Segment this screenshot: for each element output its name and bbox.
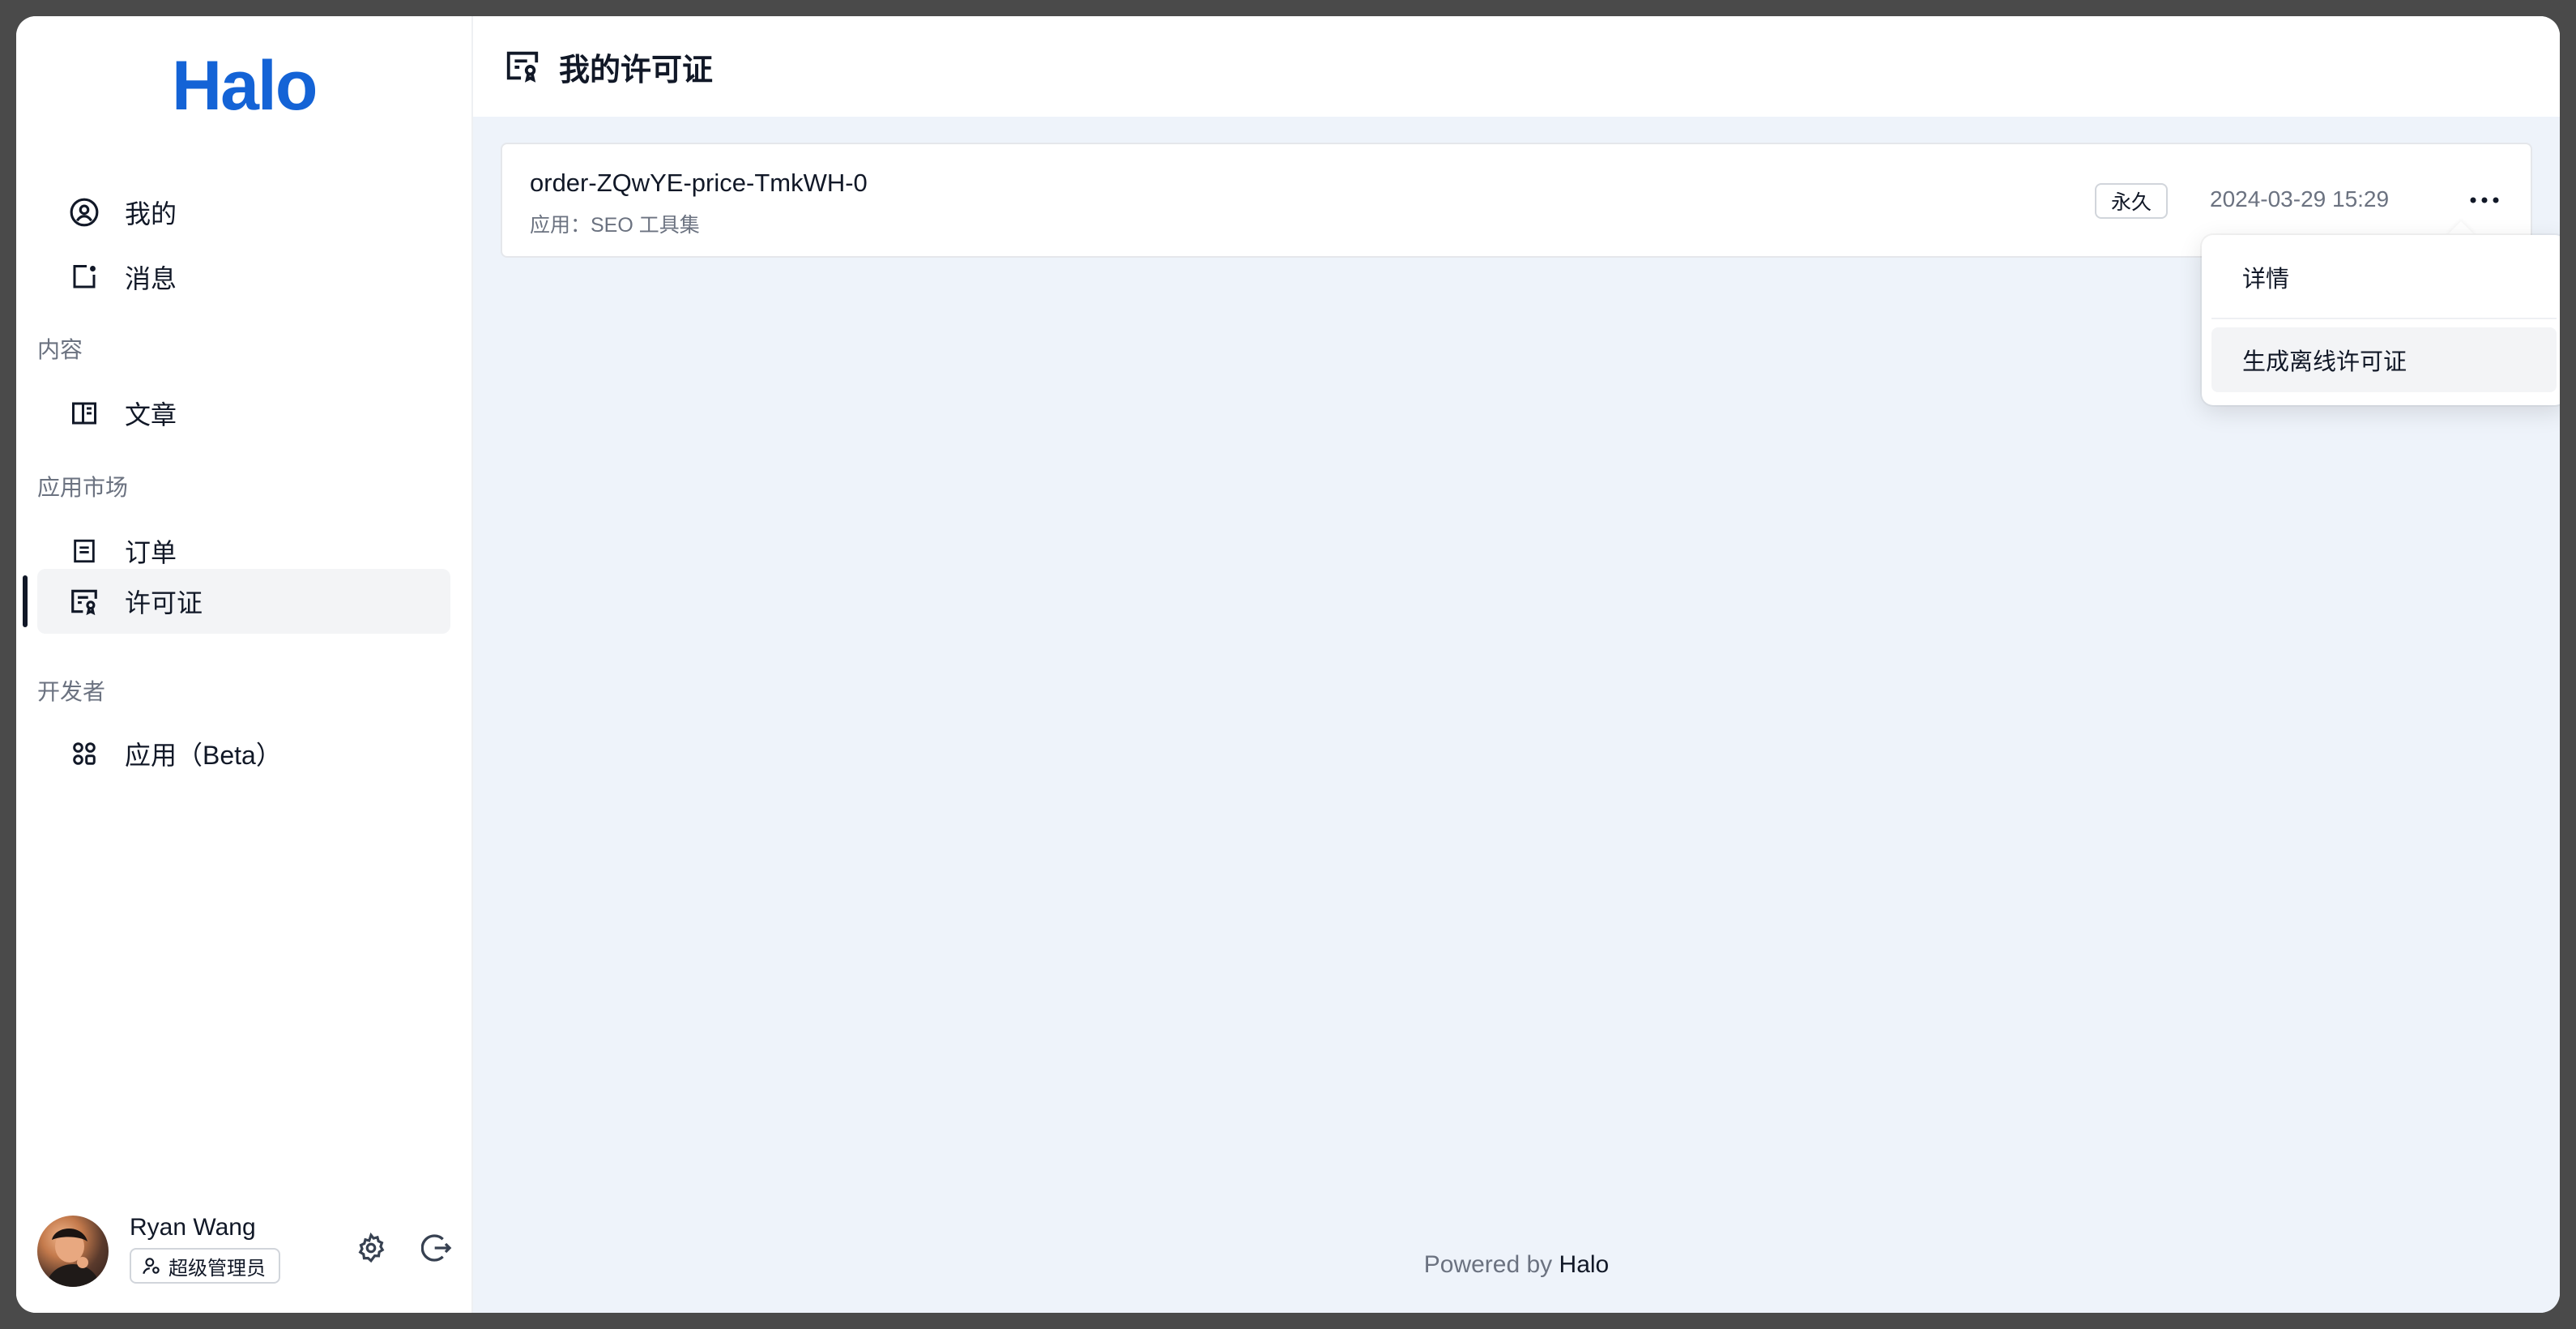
- notification-icon: [68, 261, 100, 293]
- sidebar-item-messages[interactable]: 消息: [37, 245, 450, 310]
- sidebar-item-licenses[interactable]: 许可证: [37, 569, 450, 634]
- group-title-developer: 开发者: [37, 679, 106, 704]
- user-name: Ryan Wang: [130, 1214, 256, 1241]
- more-actions-button[interactable]: [2463, 180, 2506, 224]
- user-role-icon: [141, 1255, 162, 1276]
- logout-button[interactable]: [420, 1232, 455, 1267]
- user-panel: Ryan Wang 超级管理员: [37, 1214, 458, 1287]
- license-title: order-ZQwYE-price-TmkWH-0: [530, 169, 868, 197]
- more-icon: [2468, 194, 2501, 209]
- sidebar-item-mine[interactable]: 我的: [37, 180, 450, 245]
- license-type-badge: 永久: [2095, 183, 2169, 219]
- page-header: 我的许可证: [473, 16, 2560, 117]
- gear-icon: [356, 1232, 386, 1267]
- menu-item-details[interactable]: 详情: [2211, 245, 2557, 310]
- app-window: Halo 我的 消息 内容 文章 应用市场 订单 许可证 开发者 应用（Beta…: [16, 16, 2560, 1313]
- menu-item-generate-offline-license[interactable]: 生成离线许可证: [2211, 327, 2557, 392]
- user-circle-icon: [68, 196, 100, 229]
- group-title-content: 内容: [37, 337, 83, 362]
- halo-logo[interactable]: Halo: [172, 45, 318, 126]
- sidebar-item-label: 许可证: [125, 588, 203, 617]
- license-icon: [68, 585, 100, 617]
- apps-icon: [68, 737, 100, 770]
- main-content: 我的许可证 order-ZQwYE-price-TmkWH-0 应用：SEO 工…: [473, 16, 2560, 1313]
- footer: Powered by Halo: [473, 1251, 2560, 1279]
- license-icon: [504, 47, 543, 86]
- avatar[interactable]: [37, 1216, 109, 1287]
- footer-brand-link[interactable]: Halo: [1559, 1251, 1610, 1278]
- order-icon: [68, 535, 100, 567]
- sidebar-item-label: 应用（Beta）: [125, 741, 282, 770]
- sidebar-item-posts[interactable]: 文章: [37, 381, 450, 446]
- page-title: 我的许可证: [559, 53, 714, 88]
- book-icon: [68, 397, 100, 429]
- sidebar-item-label: 消息: [125, 264, 177, 293]
- license-app: 应用：SEO 工具集: [530, 214, 700, 237]
- sidebar-item-label: 文章: [125, 400, 177, 429]
- menu-divider: [2211, 318, 2557, 319]
- actions-dropdown: 详情 生成离线许可证: [2202, 235, 2560, 405]
- role-label: 超级管理员: [168, 1257, 266, 1280]
- license-time: 2024-03-29 15:29: [2210, 186, 2390, 212]
- logout-icon: [420, 1232, 454, 1268]
- sidebar-item-label: 我的: [125, 199, 177, 229]
- sidebar-item-apps[interactable]: 应用（Beta）: [37, 721, 450, 786]
- sidebar-item-label: 订单: [125, 538, 177, 567]
- settings-button[interactable]: [353, 1232, 389, 1267]
- role-badge: 超级管理员: [130, 1248, 280, 1284]
- sidebar: Halo 我的 消息 内容 文章 应用市场 订单 许可证 开发者 应用（Beta…: [16, 16, 473, 1313]
- active-indicator: [23, 575, 28, 627]
- footer-prefix: Powered by: [1423, 1251, 1553, 1278]
- group-title-market: 应用市场: [37, 475, 129, 500]
